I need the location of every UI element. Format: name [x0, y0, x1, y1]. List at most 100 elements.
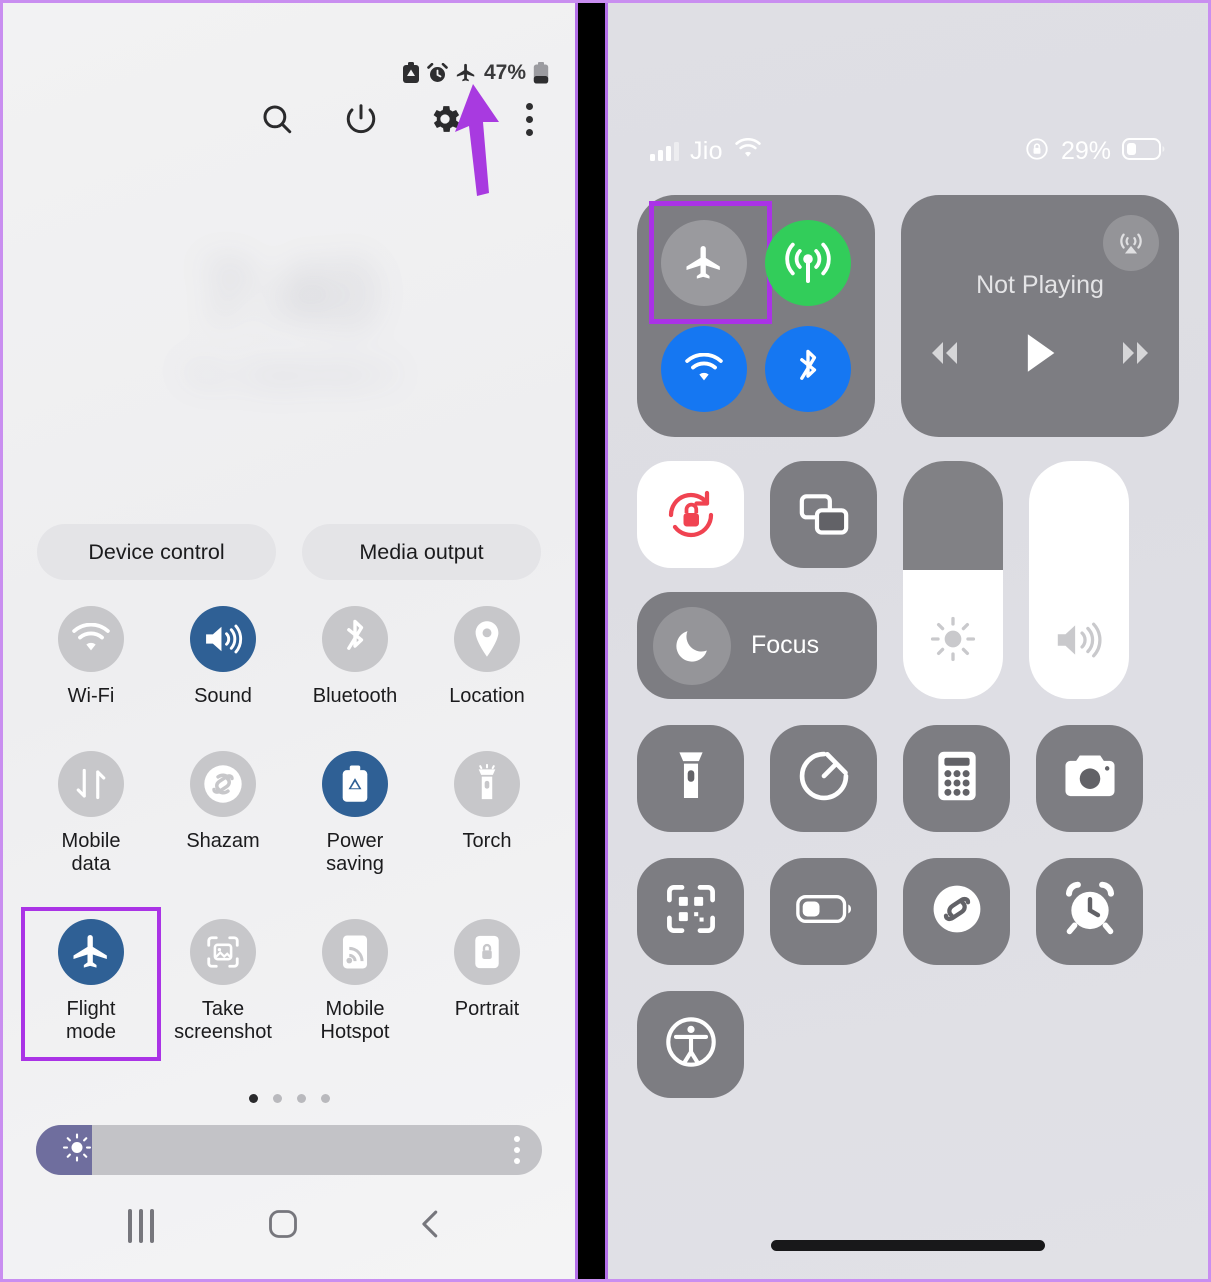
qs-tile-label: Wi-Fi: [67, 685, 115, 707]
low-power-battery-icon: [795, 893, 852, 930]
wifi-toggle[interactable]: [655, 319, 753, 419]
cellular-data-toggle[interactable]: [759, 213, 857, 313]
brightness-options-icon[interactable]: [514, 1136, 520, 1164]
search-icon[interactable]: [257, 99, 297, 139]
camera-tile[interactable]: [1036, 725, 1143, 832]
mobile-data-icon: [58, 750, 124, 817]
android-quick-settings-panel: 47% 7:40 Thu, September 5 Device control…: [3, 3, 575, 1279]
lockscreen-clock: 7:40 Thu, September 5: [3, 251, 575, 390]
accessibility-tile[interactable]: [637, 991, 744, 1098]
power-saving-icon: [402, 62, 420, 84]
play-icon[interactable]: [1022, 332, 1058, 379]
panel-divider: [575, 3, 608, 1279]
device-control-chip[interactable]: Device control: [37, 524, 276, 580]
power-saving-icon: [322, 750, 388, 817]
alarm-clock-icon: [1062, 881, 1118, 942]
page-dot[interactable]: [272, 1094, 282, 1103]
qs-tile-label: Mobile data: [61, 829, 121, 876]
brightness-slider-fill: [903, 461, 1003, 571]
shazam-icon: [190, 750, 256, 817]
brightness-slider[interactable]: [36, 1125, 542, 1175]
media-output-chip[interactable]: Media output: [302, 524, 541, 580]
bluetooth-icon: [765, 326, 851, 412]
qs-tile-label: Location: [449, 685, 525, 707]
back-button[interactable]: [412, 1205, 450, 1248]
camera-icon: [1061, 751, 1119, 806]
flashlight-icon: [668, 747, 714, 810]
wifi-icon: [661, 326, 747, 412]
rotation-lock-tile[interactable]: [637, 461, 744, 568]
bluetooth-icon: [322, 606, 388, 672]
qs-tile-label: Portrait: [454, 997, 520, 1020]
overflow-menu-icon[interactable]: [509, 99, 549, 139]
airplane-icon: [58, 918, 124, 985]
qs-tile-wi-fi[interactable]: Wi-Fi: [25, 598, 157, 721]
low-power-tile[interactable]: [770, 858, 877, 965]
ios-battery-percent: 29%: [1060, 136, 1111, 165]
carrier-label: Jio: [690, 136, 723, 165]
qs-tile-shazam[interactable]: Shazam: [157, 743, 289, 889]
fast-forward-icon[interactable]: [1112, 338, 1158, 373]
home-indicator[interactable]: [608, 1240, 1208, 1251]
media-card[interactable]: Not Playing: [901, 195, 1179, 437]
recents-button[interactable]: [127, 1209, 154, 1243]
ios-utility-grid: [637, 725, 1179, 1098]
page-dot[interactable]: [248, 1094, 258, 1103]
qs-tile-sound[interactable]: Sound: [157, 598, 289, 721]
page-dot[interactable]: [320, 1094, 330, 1103]
power-icon[interactable]: [341, 99, 381, 139]
qs-tile-torch[interactable]: Torch: [421, 743, 553, 889]
ios-top-row: Not Playing: [637, 195, 1179, 437]
battery-icon: [533, 62, 549, 84]
media-title: Not Playing: [976, 271, 1104, 299]
rewind-icon[interactable]: [922, 338, 968, 373]
qs-tile-bluetooth[interactable]: Bluetooth: [289, 598, 421, 721]
airplane-icon: [661, 220, 747, 306]
qs-tile-flight-mode[interactable]: Flight mode: [21, 906, 161, 1061]
settings-gear-icon[interactable]: [425, 99, 465, 139]
qs-tile-label: Shazam: [186, 829, 260, 852]
page-dot[interactable]: [296, 1094, 306, 1103]
qs-tile-mobile-data[interactable]: Mobile data: [25, 743, 157, 889]
android-toolbar: [3, 99, 575, 139]
qr-scanner-tile[interactable]: [637, 858, 744, 965]
airplay-icon[interactable]: [1103, 215, 1159, 271]
qs-tile-power-saving[interactable]: Power saving: [289, 743, 421, 889]
location-pin-icon: [454, 606, 520, 672]
home-button[interactable]: [263, 1204, 303, 1249]
qs-tile-label: Bluetooth: [312, 685, 398, 707]
connectivity-card: [637, 195, 875, 437]
focus-tile[interactable]: Focus: [637, 592, 877, 699]
qs-tile-label: Power saving: [326, 829, 384, 876]
ios-control-center-body: Not Playing Focus: [608, 195, 1208, 1279]
ios-middle-row: Focus: [637, 461, 1179, 699]
brightness-sun-icon: [62, 1133, 92, 1168]
screen-mirroring-tile[interactable]: [770, 461, 877, 568]
flashlight-tile[interactable]: [637, 725, 744, 832]
calculator-tile[interactable]: [903, 725, 1010, 832]
airplane-mode-toggle[interactable]: [649, 201, 772, 324]
comparison-frame: 47% 7:40 Thu, September 5 Device control…: [0, 0, 1211, 1282]
timer-tile[interactable]: [770, 725, 877, 832]
qs-tile-label: Torch: [462, 829, 512, 852]
qs-tile-label: Take screenshot: [174, 997, 272, 1044]
qs-tile-mobile-hotspot[interactable]: Mobile Hotspot: [289, 911, 421, 1057]
wifi-icon: [734, 137, 762, 165]
volume-slider[interactable]: [1029, 461, 1129, 699]
android-status-bar: 47%: [3, 61, 575, 85]
volume-icon: [1052, 616, 1106, 669]
focus-label: Focus: [751, 631, 820, 659]
shazam-tile[interactable]: [903, 858, 1010, 965]
ios-control-center-panel: Jio 29% Not Playing Focus: [608, 3, 1208, 1279]
qs-tile-take-screenshot[interactable]: Take screenshot: [157, 911, 289, 1057]
qr-code-icon: [664, 882, 718, 941]
bluetooth-toggle[interactable]: [759, 319, 857, 419]
moon-icon: [653, 606, 731, 685]
qs-tile-label: Mobile Hotspot: [320, 997, 390, 1044]
page-indicator: [3, 1094, 575, 1103]
qs-tile-portrait[interactable]: Portrait: [421, 911, 553, 1057]
qs-tile-location[interactable]: Location: [421, 598, 553, 721]
brightness-slider[interactable]: [903, 461, 1003, 699]
alarm-tile[interactable]: [1036, 858, 1143, 965]
cellular-icon: [765, 220, 851, 306]
